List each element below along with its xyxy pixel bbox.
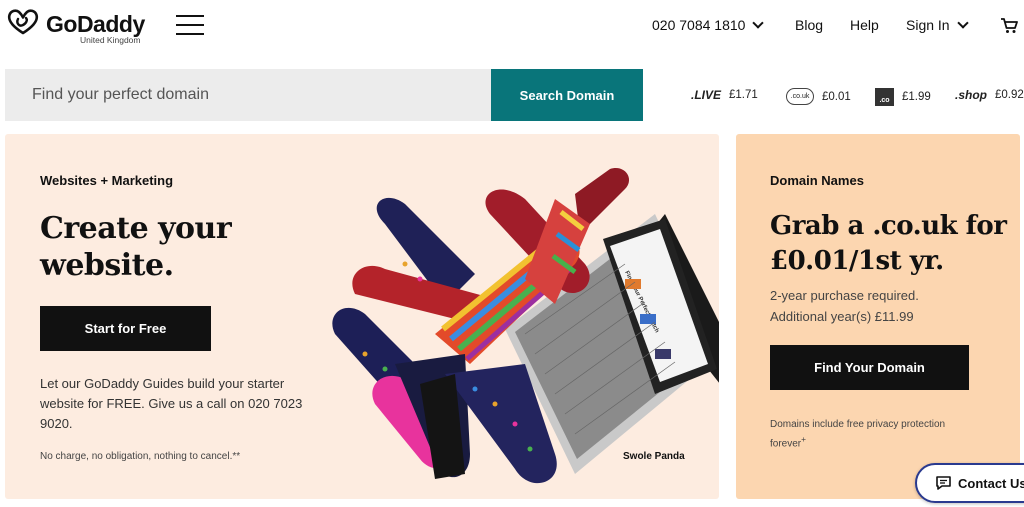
tld-shop[interactable]: .shop £0.92: [955, 88, 1024, 102]
site-header: GoDaddy United Kingdom 020 7084 1810 Blo…: [0, 0, 1024, 62]
image-caption: Swole Panda: [623, 451, 685, 462]
phone-number: 020 7084 1810: [652, 17, 746, 33]
tld-co[interactable]: .co £1.99: [875, 88, 931, 106]
domain-promo-card: Domain Names Grab a .co.uk for £0.01/1st…: [736, 134, 1020, 499]
contact-us-button[interactable]: Contact Us: [915, 463, 1024, 503]
find-your-domain-button[interactable]: Find Your Domain: [770, 345, 969, 390]
promo-headline: Create your website.: [40, 211, 232, 283]
tld-price: £1.71: [729, 89, 758, 101]
nav-help[interactable]: Help: [850, 17, 879, 33]
promo-fine-print: No charge, no obligation, nothing to can…: [40, 451, 241, 462]
promo-headline: Grab a .co.uk for £0.01/1st yr.: [770, 211, 1007, 276]
tld-co-uk[interactable]: .co.uk £0.01: [786, 88, 851, 105]
logo-text: GoDaddy: [46, 11, 145, 37]
godaddy-heart-icon: [7, 9, 39, 35]
tld-price: £0.92: [995, 89, 1024, 101]
promo-eyebrow: Websites + Marketing: [40, 173, 174, 188]
tld-price: £0.01: [822, 90, 851, 103]
privacy-fine-print: Domains include free privacy protection …: [770, 419, 946, 450]
domain-search-input[interactable]: [5, 69, 491, 121]
promo-eyebrow: Domain Names: [770, 173, 864, 188]
chevron-down-icon: [752, 16, 765, 29]
contact-us-label: Contact Us: [958, 475, 1024, 491]
menu-icon[interactable]: [176, 15, 204, 35]
tld-live[interactable]: .LIVE £1.71: [691, 88, 758, 102]
sign-in-label: Sign In: [906, 17, 950, 33]
phone-dropdown[interactable]: 020 7084 1810: [652, 16, 765, 33]
nav-blog[interactable]: Blog: [795, 17, 823, 33]
sign-in-dropdown[interactable]: Sign In: [906, 16, 969, 33]
website-promo-card: Websites + Marketing Create your website…: [5, 134, 719, 499]
start-for-free-button[interactable]: Start for Free: [40, 306, 211, 351]
chevron-down-icon: [956, 16, 969, 29]
cart-icon[interactable]: [1000, 17, 1018, 39]
promo-body: Let our GoDaddy Guides build your starte…: [40, 376, 303, 431]
logo-region: United Kingdom: [80, 35, 141, 45]
tld-name: .shop: [955, 88, 987, 102]
tld-name: .LIVE: [691, 88, 722, 102]
tld-price: £1.99: [902, 91, 931, 103]
godaddy-logo[interactable]: GoDaddy: [6, 8, 145, 38]
co-uk-logo-icon: .co.uk: [786, 88, 814, 105]
socks-laptop-illustration: Find Your Perfect Match: [332, 168, 719, 484]
chat-icon: [936, 476, 951, 490]
search-domain-button[interactable]: Search Domain: [491, 69, 643, 121]
co-logo-icon: .co: [875, 88, 894, 106]
domain-search-box: [5, 69, 491, 121]
promo-subtext: 2-year purchase required. Additional yea…: [770, 288, 919, 324]
